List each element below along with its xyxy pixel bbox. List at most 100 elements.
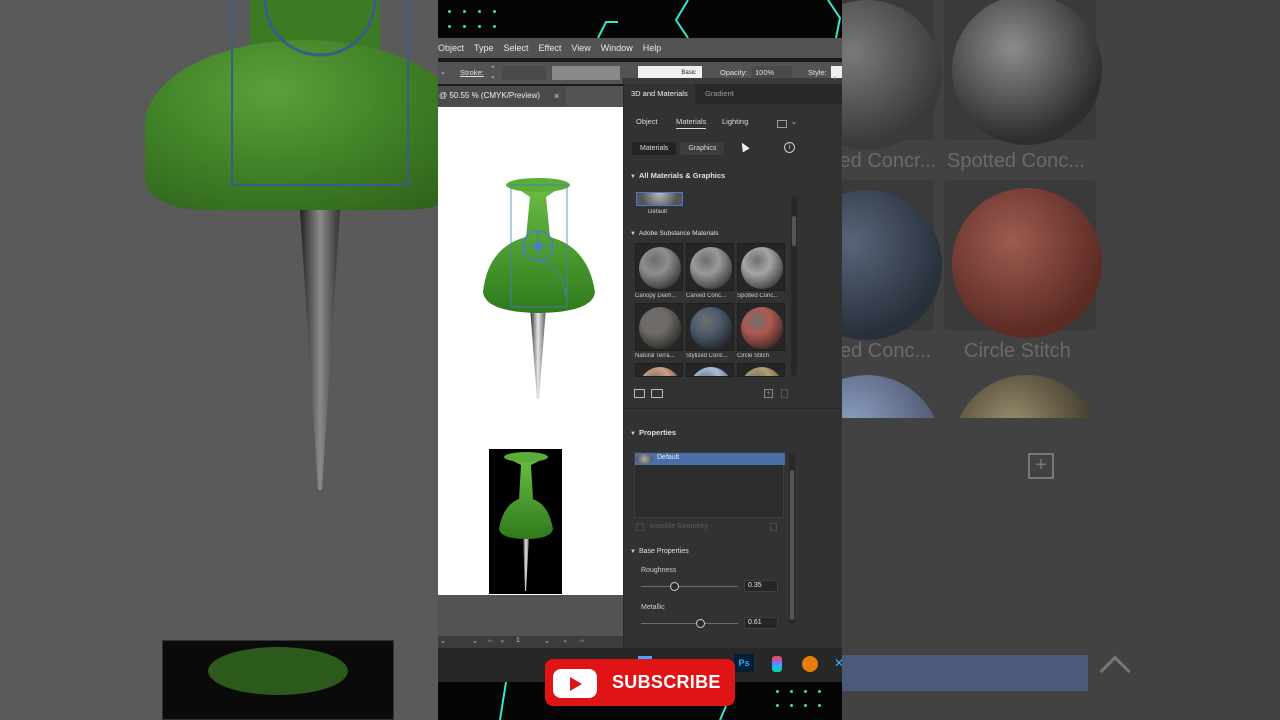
- document-tab[interactable]: @ 50.55 % (CMYK/Preview) ×: [438, 86, 566, 106]
- page-number[interactable]: 1: [516, 637, 520, 644]
- material-swatch[interactable]: [686, 303, 734, 351]
- roughness-slider-knob[interactable]: [670, 582, 680, 591]
- material-swatch[interactable]: [635, 363, 683, 377]
- all-materials-header[interactable]: ▼ All Materials & Graphics: [630, 171, 725, 180]
- trash-icon[interactable]: [781, 389, 788, 398]
- panel-tabs: 3D and Materials Gradient: [624, 84, 842, 104]
- prev-page-icon[interactable]: ◂: [500, 637, 504, 645]
- material-swatch[interactable]: [635, 243, 683, 291]
- mouse-cursor-icon: [738, 140, 750, 153]
- chevron-down-icon[interactable]: ⌄: [791, 118, 797, 126]
- subtab-lighting[interactable]: Lighting: [722, 117, 748, 126]
- menu-select[interactable]: Select: [504, 43, 529, 53]
- base-properties-header[interactable]: ▼ Base Properties: [630, 548, 689, 555]
- blender-icon[interactable]: [802, 656, 818, 672]
- properties-scrollbar[interactable]: [789, 454, 795, 624]
- material-sphere: [639, 367, 681, 376]
- material-swatch[interactable]: [737, 303, 785, 351]
- substance-header[interactable]: ▼ Adobe Substance Materials: [630, 230, 718, 237]
- bg-highlight: [842, 655, 1088, 691]
- scrollbar-thumb[interactable]: [790, 470, 794, 620]
- stroke-stepper-icon[interactable]: ⌃ ⌄: [490, 66, 500, 80]
- last-page-icon[interactable]: ⇥: [578, 637, 584, 645]
- default-material-swatch[interactable]: [636, 192, 683, 206]
- properties-list-item[interactable]: Default: [635, 453, 785, 465]
- material-sphere: [690, 307, 732, 349]
- zoom-chevron-icon[interactable]: ⌄: [440, 637, 446, 645]
- material-swatch[interactable]: [686, 243, 734, 291]
- subtab-materials[interactable]: Materials: [676, 117, 707, 129]
- deco-dot: [493, 10, 496, 13]
- cube-plus-icon[interactable]: [651, 389, 663, 398]
- thumbnail-render[interactable]: [489, 449, 562, 594]
- photoshop-icon[interactable]: Ps: [734, 654, 754, 672]
- bg-pin-needle: [300, 210, 340, 490]
- material-sphere: [639, 247, 681, 289]
- cube-icon[interactable]: [634, 389, 645, 398]
- material-swatch[interactable]: [737, 243, 785, 291]
- chevron-down-icon[interactable]: ⌄: [440, 66, 450, 80]
- chevron-down-icon: ▼: [630, 174, 636, 180]
- deco-dot: [448, 10, 451, 13]
- youtube-icon: [553, 669, 597, 698]
- menu-view[interactable]: View: [571, 43, 590, 53]
- roughness-slider-track[interactable]: [641, 586, 738, 587]
- tab-3d-materials[interactable]: 3D and Materials: [624, 84, 695, 104]
- material-swatch[interactable]: [686, 363, 734, 377]
- deco-dot: [463, 10, 466, 13]
- menu-object[interactable]: Object: [438, 43, 464, 53]
- info-icon[interactable]: i: [784, 142, 795, 153]
- chevron-down-icon[interactable]: ⌄: [544, 637, 550, 645]
- render-icon[interactable]: [777, 120, 787, 128]
- add-icon[interactable]: +: [764, 389, 773, 398]
- metallic-slider-track[interactable]: [641, 623, 738, 624]
- figma-icon[interactable]: [772, 656, 782, 672]
- segment-graphics[interactable]: Graphics: [680, 142, 725, 155]
- deco-dot: [818, 704, 821, 707]
- deco-dot: [463, 25, 466, 28]
- app-icon[interactable]: ✕: [834, 656, 842, 670]
- material-swatch[interactable]: [737, 363, 785, 377]
- scrollbar-thumb[interactable]: [792, 216, 796, 246]
- close-icon[interactable]: ×: [554, 86, 559, 106]
- properties-title: Properties: [638, 428, 677, 437]
- tab-gradient[interactable]: Gradient: [698, 84, 741, 104]
- menu-effect[interactable]: Effect: [539, 43, 562, 53]
- bg-thumb-cap: [208, 647, 348, 695]
- base-properties-title: Base Properties: [638, 548, 689, 555]
- close-icon[interactable]: ×: [833, 75, 837, 82]
- material-sphere: [741, 307, 783, 349]
- stroke-weight-field[interactable]: [502, 66, 546, 80]
- menu-window[interactable]: Window: [601, 43, 633, 53]
- chevron-down-icon[interactable]: ⌄: [472, 637, 478, 645]
- first-page-icon[interactable]: ⇤: [488, 637, 494, 645]
- invisible-geometry-checkbox[interactable]: [636, 523, 644, 531]
- chevron-down-icon: ▼: [630, 549, 636, 555]
- next-page-icon[interactable]: ▸: [564, 637, 568, 645]
- variable-width-field[interactable]: [552, 66, 620, 80]
- bg-label: ed Conc...: [842, 340, 932, 362]
- artboard[interactable]: [438, 107, 624, 595]
- bg-sphere: [952, 188, 1102, 338]
- trash-icon[interactable]: [770, 523, 777, 531]
- stroke-label: Stroke:: [460, 68, 484, 77]
- material-sphere: [741, 247, 783, 289]
- subscribe-button[interactable]: SUBSCRIBE: [545, 659, 735, 706]
- menu-help[interactable]: Help: [643, 43, 662, 53]
- deco-dot: [804, 690, 807, 693]
- chevron-down-icon: ▼: [630, 431, 636, 437]
- material-swatch[interactable]: [635, 303, 683, 351]
- menu-type[interactable]: Type: [474, 43, 494, 53]
- properties-header[interactable]: ▼ Properties: [630, 428, 676, 437]
- deco-dot: [448, 25, 451, 28]
- metallic-input[interactable]: 0.61: [744, 617, 778, 629]
- subtab-object[interactable]: Object: [636, 117, 658, 126]
- bg-add-icon: +: [1028, 453, 1054, 479]
- roughness-input[interactable]: 0.35: [744, 580, 778, 592]
- metallic-label: Metallic: [641, 604, 665, 611]
- segment-materials[interactable]: Materials: [632, 142, 677, 155]
- materials-scrollbar[interactable]: [791, 196, 797, 376]
- material-label: Spotted Conc...: [737, 293, 779, 299]
- thumbnail-pin: [499, 452, 553, 591]
- metallic-slider-knob[interactable]: [695, 619, 705, 628]
